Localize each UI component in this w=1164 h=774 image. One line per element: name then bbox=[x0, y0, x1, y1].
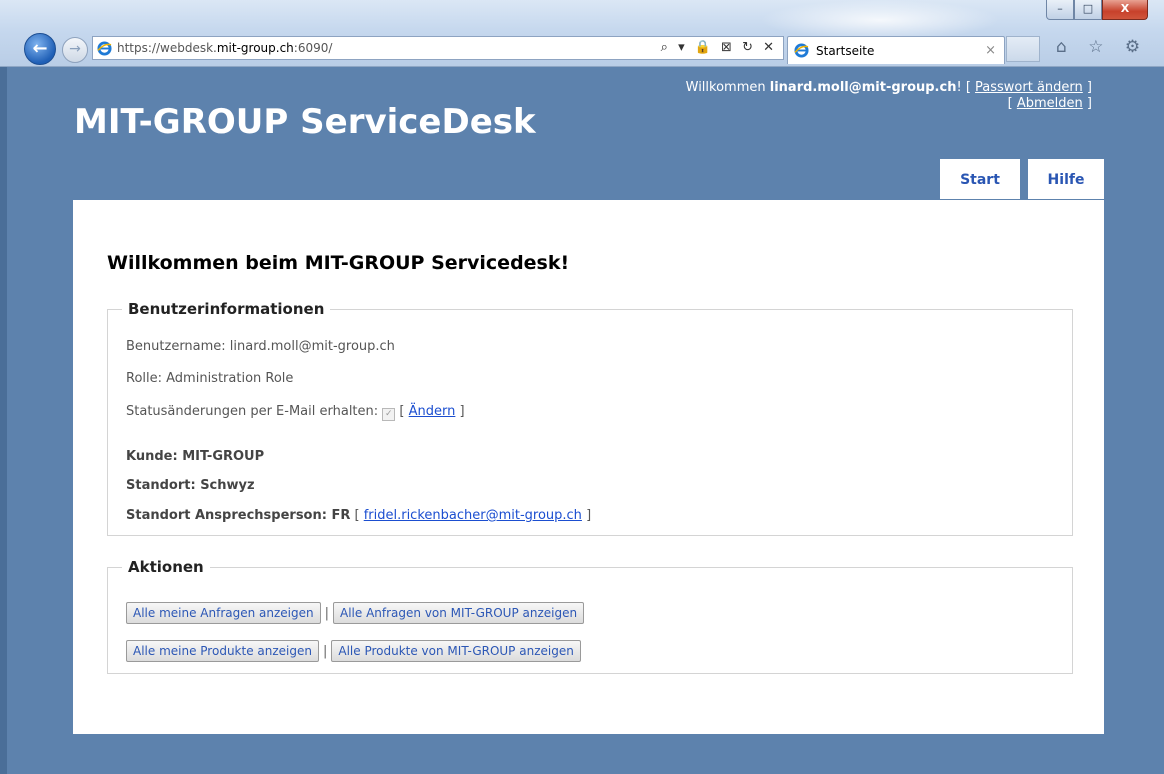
contact-row: Standort Ansprechsperson: FR [ fridel.ri… bbox=[126, 508, 591, 523]
address-tools[interactable]: ⌕ ▾ 🔒 ⊠ ↻ ✕ bbox=[661, 40, 777, 55]
tab-help[interactable]: Hilfe bbox=[1028, 159, 1104, 199]
products-row: Alle meine Produkte anzeigen | Alle Produk… bbox=[126, 640, 581, 662]
bracket-close: ] bbox=[455, 404, 465, 419]
my-requests-button[interactable]: Alle meine Anfragen anzeigen bbox=[126, 602, 321, 624]
ie-logo-icon bbox=[97, 41, 112, 56]
ie-logo-icon bbox=[794, 43, 809, 58]
location-text: Standort: Schwyz bbox=[126, 478, 255, 493]
bracket-close: ] bbox=[1082, 96, 1092, 111]
my-products-button[interactable]: Alle meine Produkte anzeigen bbox=[126, 640, 319, 662]
role-row: Rolle: Administration Role bbox=[126, 371, 294, 386]
url-prefix: https://webdesk. bbox=[117, 41, 217, 55]
url-suffix: :6090/ bbox=[293, 41, 333, 55]
all-requests-button[interactable]: Alle Anfragen von MIT-GROUP anzeigen bbox=[333, 602, 585, 624]
logout-line: [ Abmelden ] bbox=[686, 96, 1092, 112]
contact-label: Standort Ansprechsperson: FR bbox=[126, 508, 351, 523]
separator: | bbox=[324, 606, 329, 621]
title-bar-glare bbox=[760, 0, 1000, 40]
contact-email-link[interactable]: fridel.rickenbacher@mit-group.ch bbox=[364, 508, 582, 523]
change-password-link[interactable]: Passwort ändern bbox=[975, 80, 1083, 95]
tab-start[interactable]: Start bbox=[940, 159, 1020, 199]
requests-row: Alle meine Anfragen anzeigen | Alle Anfrag… bbox=[126, 602, 585, 624]
tab-startseite[interactable]: Startseite × bbox=[787, 36, 1005, 64]
url-text[interactable]: https://webdesk.mit-group.ch:6090/ bbox=[117, 41, 332, 55]
status-row: Statusänderungen per E-Mail erhalten: ✓ … bbox=[126, 404, 465, 421]
forward-button[interactable]: → bbox=[62, 37, 88, 63]
actions-section: Aktionen Alle meine Anfragen anzeigen | Al… bbox=[107, 558, 1073, 674]
logout-link[interactable]: Abmelden bbox=[1017, 96, 1083, 111]
bracket-open: [ bbox=[350, 508, 364, 523]
tab-close-icon[interactable]: × bbox=[985, 43, 996, 58]
main-content: Willkommen beim MIT-GROUP Servicedesk! B… bbox=[73, 200, 1104, 734]
bracket-close: ] bbox=[581, 508, 592, 523]
maximize-button[interactable]: □ bbox=[1074, 0, 1102, 20]
separator: | bbox=[322, 644, 328, 659]
tab-title: Startseite bbox=[816, 44, 875, 58]
customer-row: Kunde: MIT-GROUP bbox=[126, 449, 264, 464]
welcome-line: Willkommen linard.moll@mit-group.ch! [ P… bbox=[686, 80, 1092, 96]
welcome-suffix: ! [ bbox=[956, 80, 976, 95]
window-controls: – □ X bbox=[1046, 0, 1148, 20]
location-row: Standort: Schwyz bbox=[126, 478, 255, 493]
status-email-checkbox: ✓ bbox=[382, 408, 396, 421]
bracket-open: [ bbox=[1007, 96, 1017, 111]
close-window-button[interactable]: X bbox=[1102, 0, 1148, 20]
customer-text: Kunde: MIT-GROUP bbox=[126, 449, 265, 464]
user-info-section: Benutzerinformationen Benutzername: lina… bbox=[107, 300, 1073, 536]
user-email: linard.moll@mit-group.ch bbox=[769, 80, 957, 95]
bracket-close: ] bbox=[1082, 80, 1092, 95]
back-button[interactable]: ← bbox=[24, 33, 56, 65]
browser-chrome: – □ X ← → https://webdesk.mit-group.ch:6… bbox=[0, 0, 1164, 67]
minimize-button[interactable]: – bbox=[1046, 0, 1074, 20]
left-edge bbox=[0, 67, 7, 774]
home-favorites-settings-icons[interactable]: ⌂ ☆ ⚙ bbox=[1056, 37, 1148, 57]
url-domain: mit-group.ch bbox=[216, 41, 294, 55]
brand-title: MIT-GROUP ServiceDesk bbox=[74, 102, 536, 142]
status-label: Statusänderungen per E-Mail erhalten: bbox=[126, 404, 379, 419]
arrow-left-icon: ← bbox=[32, 38, 48, 59]
user-info-legend: Benutzerinformationen bbox=[128, 300, 325, 318]
arrow-right-icon: → bbox=[69, 41, 81, 57]
all-products-button[interactable]: Alle Produkte von MIT-GROUP anzeigen bbox=[331, 640, 581, 662]
new-tab-button[interactable] bbox=[1006, 36, 1040, 62]
bracket-open: [ bbox=[395, 404, 409, 419]
change-status-link[interactable]: Ändern bbox=[409, 404, 456, 419]
welcome-prefix: Willkommen bbox=[685, 80, 770, 95]
welcome-bar: Willkommen linard.moll@mit-group.ch! [ P… bbox=[686, 80, 1092, 112]
address-bar[interactable]: https://webdesk.mit-group.ch:6090/ ⌕ ▾ 🔒… bbox=[92, 36, 784, 60]
username-row: Benutzername: linard.moll@mit-group.ch bbox=[126, 339, 395, 354]
actions-legend: Aktionen bbox=[128, 558, 204, 576]
page-title: Willkommen beim MIT-GROUP Servicedesk! bbox=[107, 252, 570, 274]
